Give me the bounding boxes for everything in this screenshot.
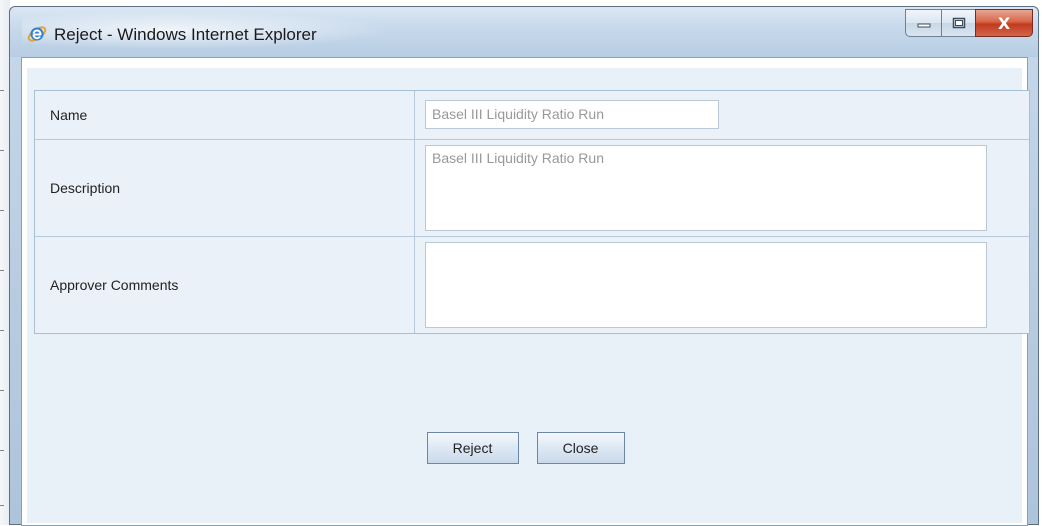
name-field-cell: Basel III Liquidity Ratio Run xyxy=(415,91,1029,139)
background-tick xyxy=(0,270,4,271)
maximize-icon xyxy=(952,17,965,29)
background-tick xyxy=(0,150,4,151)
background-tick xyxy=(0,330,4,331)
caption-buttons: X xyxy=(905,9,1033,41)
background-tick xyxy=(0,450,4,451)
window-title: Reject - Windows Internet Explorer xyxy=(54,25,317,44)
name-input[interactable]: Basel III Liquidity Ratio Run xyxy=(425,100,719,129)
title-bar[interactable]: Reject - Windows Internet Explorer X xyxy=(10,7,1038,57)
dialog-window: Reject - Windows Internet Explorer X Nam… xyxy=(9,6,1039,526)
reject-form: Name Basel III Liquidity Ratio Run Descr… xyxy=(34,90,1030,334)
background-tick xyxy=(0,505,4,506)
form-row-approver-comments: Approver Comments xyxy=(35,237,1029,333)
dialog-content: Name Basel III Liquidity Ratio Run Descr… xyxy=(21,57,1030,526)
window-close-button[interactable]: X xyxy=(975,9,1033,37)
description-label: Description xyxy=(35,140,415,236)
action-buttons: Reject Close xyxy=(22,432,1029,464)
approver-comments-textarea[interactable] xyxy=(425,242,987,328)
form-row-name: Name Basel III Liquidity Ratio Run xyxy=(35,91,1029,140)
background-tick xyxy=(0,210,4,211)
name-label: Name xyxy=(35,91,415,139)
background-tick xyxy=(0,390,4,391)
maximize-button[interactable] xyxy=(941,9,975,37)
close-icon: X xyxy=(997,13,1011,33)
background-tick xyxy=(0,90,4,91)
minimize-button[interactable] xyxy=(905,9,941,37)
internet-explorer-icon xyxy=(27,26,47,42)
form-row-description: Description Basel III Liquidity Ratio Ru… xyxy=(35,140,1029,237)
minimize-icon xyxy=(917,23,930,28)
reject-button[interactable]: Reject xyxy=(426,432,519,464)
description-textarea[interactable]: Basel III Liquidity Ratio Run xyxy=(425,145,987,231)
approver-comments-label: Approver Comments xyxy=(35,237,415,333)
approver-comments-field-cell xyxy=(415,237,1029,333)
description-field-cell: Basel III Liquidity Ratio Run xyxy=(415,140,1029,236)
close-button[interactable]: Close xyxy=(536,432,625,464)
